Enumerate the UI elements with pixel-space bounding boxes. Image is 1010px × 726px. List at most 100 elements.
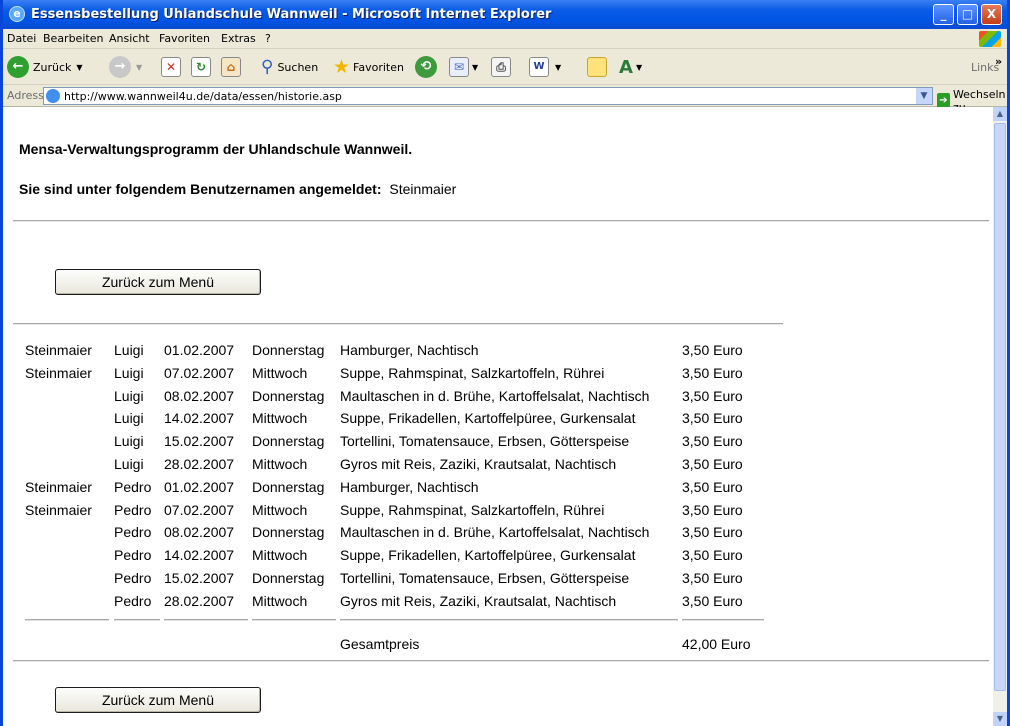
cell-user: Steinmaier xyxy=(25,364,92,381)
vertical-scrollbar[interactable]: ▲ ▼ xyxy=(993,107,1007,726)
toolbar: ← Zurück ▼ → ▼ ✕ ↻ ⌂ ⚲ Suchen ★ Favorite… xyxy=(3,49,1007,85)
menu-datei[interactable]: Datei xyxy=(7,32,36,45)
title-bar: e Essensbestellung Uhlandschule Wannweil… xyxy=(3,0,1007,29)
address-input[interactable]: http://www.wannweil4u.de/data/essen/hist… xyxy=(43,87,933,105)
cell-meal: Hamburger, Nachtisch xyxy=(340,342,479,358)
messenger-button[interactable]: A ▼ xyxy=(619,55,642,79)
cell-price: 3,50 Euro xyxy=(682,478,743,495)
scrollbar-thumb[interactable] xyxy=(994,123,1006,691)
cell-kid: Pedro xyxy=(114,478,152,495)
cell-kid: Luigi xyxy=(114,410,144,427)
menu-bar: Datei Bearbeiten Ansicht Favoriten Extra… xyxy=(3,29,1007,49)
scroll-up-icon[interactable]: ▲ xyxy=(993,107,1007,121)
cell-kid: Luigi xyxy=(114,456,144,472)
cell-meal: Tortellini, Tomatensauce, Erbsen, Götter… xyxy=(340,433,630,450)
cell-price: 3,50 Euro xyxy=(682,410,743,427)
favorites-button[interactable]: ★ Favoriten xyxy=(333,55,404,79)
scroll-down-icon[interactable]: ▼ xyxy=(993,712,1007,726)
menu-extras[interactable]: Extras xyxy=(221,32,256,45)
cell-day: Donnerstag xyxy=(252,524,325,541)
cell-meal: Suppe, Rahmspinat, Salzkartoffeln, Rühre… xyxy=(340,501,605,518)
edit-word-button[interactable]: W ▼ xyxy=(529,55,561,79)
search-label: Suchen xyxy=(277,60,319,74)
search-button[interactable]: ⚲ Suchen xyxy=(261,55,318,79)
cell-price: 3,50 Euro xyxy=(682,387,743,404)
mail-button[interactable]: ✉ ▼ xyxy=(449,55,478,79)
stop-icon: ✕ xyxy=(161,57,181,77)
cell-day: Mittwoch xyxy=(252,456,308,472)
back-to-menu-button-bottom[interactable]: Zurück zum Menü xyxy=(55,687,261,713)
cell-day: Donnerstag xyxy=(252,433,325,450)
cell-day: Donnerstag xyxy=(252,342,325,358)
menu-help[interactable]: ? xyxy=(265,32,271,45)
refresh-icon: ↻ xyxy=(191,57,211,77)
menu-bearbeiten[interactable]: Bearbeiten xyxy=(43,32,103,45)
cell-date: 08.02.2007 xyxy=(164,387,235,404)
cell-date: 01.02.2007 xyxy=(164,478,235,495)
cell-price: 3,50 Euro xyxy=(682,456,743,472)
column-separator xyxy=(114,619,160,621)
cell-day: Donnerstag xyxy=(252,387,325,404)
mail-dropdown-icon[interactable]: ▼ xyxy=(472,63,478,72)
address-url[interactable]: http://www.wannweil4u.de/data/essen/hist… xyxy=(64,90,342,103)
star-icon: ★ xyxy=(333,56,351,78)
forward-button[interactable]: → ▼ xyxy=(109,55,142,79)
close-button[interactable]: X xyxy=(981,4,1002,25)
favorites-label: Favoriten xyxy=(353,60,404,74)
back-dropdown-icon[interactable]: ▼ xyxy=(76,63,82,72)
login-info: Sie sind unter folgendem Benutzernamen a… xyxy=(19,181,456,197)
page-content: Mensa-Verwaltungsprogramm der Uhlandschu… xyxy=(3,107,993,726)
home-button[interactable]: ⌂ xyxy=(221,55,241,79)
cell-date: 28.02.2007 xyxy=(164,456,235,472)
messenger-dropdown-icon[interactable]: ▼ xyxy=(636,63,642,72)
divider xyxy=(13,660,989,662)
cell-meal: Maultaschen in d. Brühe, Kartoffelsalat,… xyxy=(340,524,650,541)
cell-kid: Luigi xyxy=(114,433,144,450)
toolbar-overflow-icon[interactable]: » xyxy=(995,49,1002,73)
column-separator xyxy=(252,619,336,621)
cell-price: 3,50 Euro xyxy=(682,433,743,450)
cell-kid: Pedro xyxy=(114,570,152,586)
maximize-button[interactable]: □ xyxy=(957,4,978,25)
cell-day: Mittwoch xyxy=(252,592,308,609)
cell-price: 3,50 Euro xyxy=(682,501,743,518)
cell-day: Donnerstag xyxy=(252,478,325,495)
translate-icon: A xyxy=(619,56,633,78)
cell-meal: Hamburger, Nachtisch xyxy=(340,478,479,495)
cell-meal: Gyros mit Reis, Zaziki, Krautsalat, Nach… xyxy=(340,456,617,472)
menu-favoriten[interactable]: Favoriten xyxy=(159,32,210,45)
back-button[interactable]: ← Zurück ▼ xyxy=(7,55,83,79)
login-prefix: Sie sind unter folgendem Benutzernamen a… xyxy=(19,181,382,197)
discuss-button[interactable] xyxy=(587,55,607,79)
cell-meal: Suppe, Frikadellen, Kartoffelpüree, Gurk… xyxy=(340,547,636,564)
cell-meal: Tortellini, Tomatensauce, Erbsen, Götter… xyxy=(340,570,630,586)
back-label: Zurück xyxy=(33,60,72,74)
history-button[interactable]: ⟲ xyxy=(415,55,437,79)
cell-price: 3,50 Euro xyxy=(682,547,743,564)
back-to-menu-button-top[interactable]: Zurück zum Menü xyxy=(55,269,261,295)
edit-dropdown-icon[interactable]: ▼ xyxy=(555,63,561,72)
cell-price: 3,50 Euro xyxy=(682,342,743,358)
forward-dropdown-icon[interactable]: ▼ xyxy=(136,63,142,72)
cell-date: 01.02.2007 xyxy=(164,342,235,358)
refresh-button[interactable]: ↻ xyxy=(191,55,211,79)
cell-meal: Suppe, Frikadellen, Kartoffelpüree, Gurk… xyxy=(340,410,636,427)
menu-ansicht[interactable]: Ansicht xyxy=(109,32,150,45)
print-button[interactable]: ⎙ xyxy=(491,55,511,79)
history-icon: ⟲ xyxy=(415,56,437,78)
address-dropdown-icon[interactable]: ▼ xyxy=(916,88,932,104)
cell-meal: Suppe, Rahmspinat, Salzkartoffeln, Rühre… xyxy=(340,364,605,381)
cell-kid: Pedro xyxy=(114,524,152,541)
cell-kid: Pedro xyxy=(114,592,152,609)
home-icon: ⌂ xyxy=(221,57,241,77)
cell-kid: Luigi xyxy=(114,387,144,404)
minimize-button[interactable]: _ xyxy=(933,4,954,25)
windows-logo-icon xyxy=(979,31,1001,47)
stop-button[interactable]: ✕ xyxy=(161,55,181,79)
cell-price: 3,50 Euro xyxy=(682,592,743,609)
cell-price: 3,50 Euro xyxy=(682,570,743,586)
back-arrow-icon: ← xyxy=(7,56,29,78)
cell-kid: Pedro xyxy=(114,547,152,564)
cell-meal: Gyros mit Reis, Zaziki, Krautsalat, Nach… xyxy=(340,592,617,609)
divider xyxy=(13,220,989,222)
